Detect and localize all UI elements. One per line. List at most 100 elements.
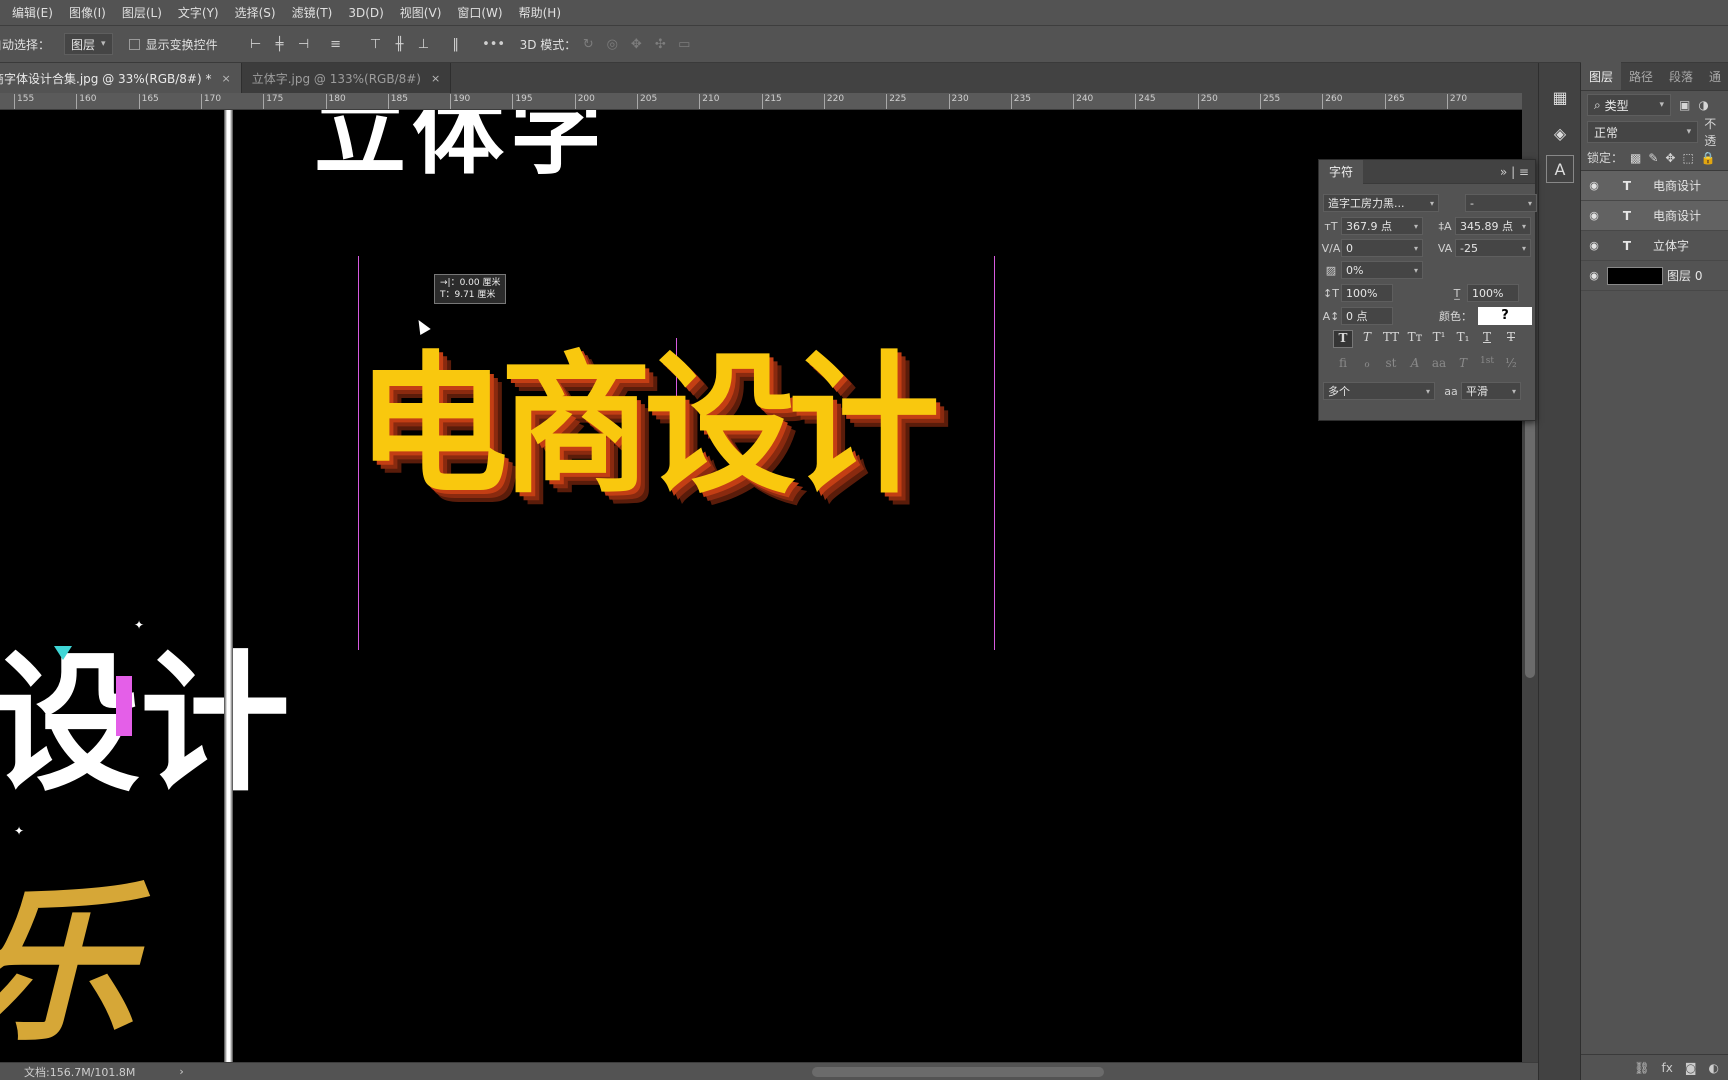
scale-3d-icon[interactable]: ▭: [672, 37, 696, 52]
tab-character[interactable]: 字符: [1319, 159, 1364, 184]
align-bottom-icon[interactable]: ⊥: [412, 37, 436, 52]
discretionary-ligatures-button[interactable]: st: [1381, 356, 1401, 374]
menu-select[interactable]: 选择(S): [227, 4, 284, 21]
menu-layer[interactable]: 图层(L): [114, 4, 170, 21]
layer-row[interactable]: ◉ T 立体字: [1581, 231, 1728, 261]
visibility-eye-icon[interactable]: ◉: [1581, 209, 1607, 222]
language-dropdown[interactable]: 多个 ▾: [1323, 382, 1435, 400]
menu-edit[interactable]: 编辑(E): [4, 4, 61, 21]
menu-type[interactable]: 文字(Y): [170, 4, 227, 21]
layer-row[interactable]: ◉ T 电商设计: [1581, 201, 1728, 231]
link-icon[interactable]: ⛓: [1634, 1061, 1649, 1075]
ordinals-button[interactable]: 1st: [1477, 356, 1497, 374]
swash-button[interactable]: A: [1405, 356, 1425, 374]
vertical-scale-field[interactable]: 100%: [1341, 284, 1393, 302]
adjustment-icon[interactable]: ◐: [1709, 1061, 1719, 1075]
visibility-eye-icon[interactable]: ◉: [1581, 179, 1607, 192]
lock-paint-icon[interactable]: ✎: [1648, 151, 1658, 165]
distribute-vertical-icon[interactable]: ‖: [444, 37, 468, 52]
tsume-field[interactable]: 0% ▾: [1341, 261, 1423, 279]
strikethrough-button[interactable]: T: [1501, 330, 1521, 348]
baseline-shift-field[interactable]: 0 点: [1341, 307, 1393, 325]
font-family-dropdown[interactable]: 造字工房力黑... ▾: [1323, 194, 1439, 212]
lock-transparent-icon[interactable]: ▩: [1630, 151, 1641, 165]
menu-view[interactable]: 视图(V): [392, 4, 450, 21]
font-size-field[interactable]: 367.9 点 ▾: [1341, 217, 1423, 235]
faux-bold-button[interactable]: T: [1333, 330, 1353, 348]
menu-filter[interactable]: 滤镜(T): [284, 4, 341, 21]
lock-all-icon[interactable]: 🔒: [1701, 151, 1716, 165]
distribute-icon[interactable]: ≡: [324, 37, 348, 52]
fx-icon[interactable]: fx: [1662, 1061, 1673, 1075]
antialias-dropdown[interactable]: 平滑 ▾: [1461, 382, 1521, 400]
layer-row[interactable]: ◉ T 电商设计: [1581, 171, 1728, 201]
underline-button[interactable]: T: [1477, 330, 1497, 348]
tab-channels[interactable]: 通: [1701, 62, 1728, 90]
lock-move-icon[interactable]: ✥: [1665, 151, 1675, 165]
align-top-icon[interactable]: ⊤: [364, 37, 388, 52]
title-text-layer[interactable]: 立体字: [314, 110, 608, 180]
scroll-thumb[interactable]: [1525, 413, 1535, 678]
tab-paths[interactable]: 路径: [1621, 62, 1661, 90]
tracking-field[interactable]: -25 ▾: [1455, 239, 1531, 257]
titling-alternates-button[interactable]: T: [1453, 356, 1473, 374]
leading-field[interactable]: 345.89 点 ▾: [1455, 217, 1531, 235]
stylistic-alternates-button[interactable]: aa: [1429, 356, 1449, 374]
horizontal-ruler[interactable]: 155 160 165 170 175 180 185 190 195 200 205 210 215 2…: [0, 93, 1522, 110]
status-arrow-icon[interactable]: ›: [179, 1065, 183, 1078]
roll-3d-icon[interactable]: ◎: [600, 37, 624, 52]
layer-row[interactable]: ◉ 图层 0: [1581, 261, 1728, 291]
superscript-button[interactable]: T¹: [1429, 330, 1449, 348]
adjustment-filter-icon[interactable]: ◑: [1698, 98, 1708, 112]
document-tabs: 电商字体设计合集.jpg @ 33%(RGB/8#) * × 立体字.jpg @ …: [0, 63, 1538, 93]
faux-italic-button[interactable]: T: [1357, 330, 1377, 348]
all-caps-button[interactable]: TT: [1381, 330, 1401, 348]
menu-3d[interactable]: 3D(D): [340, 6, 391, 20]
panel-menu-icon[interactable]: » | ≡: [1500, 165, 1535, 179]
slide-3d-icon[interactable]: ✣: [648, 37, 672, 52]
visibility-eye-icon[interactable]: ◉: [1581, 239, 1607, 252]
lock-artboard-icon[interactable]: ⬚: [1682, 151, 1693, 165]
color-swatch[interactable]: ?: [1478, 307, 1532, 325]
tab-document-2[interactable]: 立体字.jpg @ 133%(RGB/8#) ×: [241, 63, 452, 93]
tab-document-1[interactable]: 电商字体设计合集.jpg @ 33%(RGB/8#) * ×: [0, 63, 242, 93]
drag-3d-icon[interactable]: ✥: [624, 37, 648, 52]
subscript-button[interactable]: T₁: [1453, 330, 1473, 348]
menu-window[interactable]: 窗口(W): [449, 4, 510, 21]
show-transform-toggle[interactable]: 显示变换控件: [128, 36, 218, 53]
main-3d-text-layer[interactable]: 电商设计: [356, 350, 940, 502]
old-style-button[interactable]: ℴ: [1357, 356, 1377, 374]
kerning-field[interactable]: 0 ▾: [1341, 239, 1423, 257]
menu-help[interactable]: 帮助(H): [511, 4, 569, 21]
cursor-icon: [413, 316, 431, 336]
3d-panel-icon[interactable]: ◈: [1546, 119, 1574, 147]
close-icon[interactable]: ×: [221, 72, 230, 85]
image-filter-icon[interactable]: ▣: [1679, 98, 1690, 112]
small-caps-button[interactable]: Tт: [1405, 330, 1425, 348]
filter-kind-dropdown[interactable]: ⌕ 类型 ▾: [1587, 94, 1671, 116]
close-icon[interactable]: ×: [431, 72, 440, 85]
rotate-3d-icon[interactable]: ↻: [576, 37, 600, 52]
horizontal-scale-field[interactable]: 100%: [1467, 284, 1519, 302]
more-options-icon[interactable]: •••: [482, 37, 506, 52]
align-vcenter-icon[interactable]: ╫: [388, 37, 412, 52]
ligatures-button[interactable]: fi: [1333, 356, 1353, 374]
canvas[interactable]: 设计 ✦ ✦ ✦ 乐 立体字 电商设计 →|：0.00 厘米 T：9.71 厘米: [0, 110, 1522, 1062]
visibility-eye-icon[interactable]: ◉: [1581, 269, 1607, 282]
align-right-icon[interactable]: ⊣: [292, 37, 316, 52]
font-style-dropdown[interactable]: - ▾: [1465, 194, 1537, 212]
menu-image[interactable]: 图像(I): [61, 4, 114, 21]
mask-icon[interactable]: ◙: [1685, 1061, 1697, 1075]
fractions-button[interactable]: ½: [1501, 356, 1521, 374]
character-panel-icon[interactable]: A: [1546, 155, 1574, 183]
horizontal-scroll-thumb[interactable]: [812, 1067, 1104, 1077]
font-family-value: 造字工房力黑...: [1328, 197, 1405, 210]
auto-select-dropdown[interactable]: 图层 ▾: [64, 33, 113, 55]
align-left-icon[interactable]: ⊢: [244, 37, 268, 52]
align-hcenter-icon[interactable]: ╪: [268, 37, 292, 52]
blend-mode-dropdown[interactable]: 正常 ▾: [1587, 121, 1699, 143]
tab-layers[interactable]: 图层: [1581, 62, 1622, 90]
tab-paragraph[interactable]: 段落: [1661, 62, 1701, 90]
grid-panel-icon[interactable]: ▦: [1546, 83, 1574, 111]
leading-value: 345.89 点: [1460, 220, 1513, 233]
